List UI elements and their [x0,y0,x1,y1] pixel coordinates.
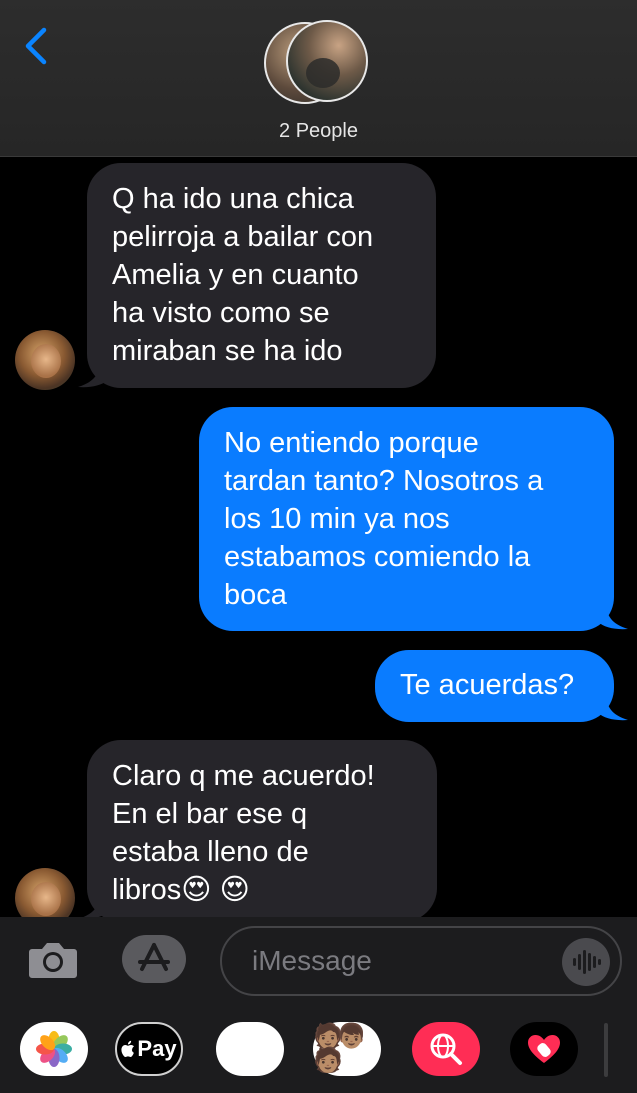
audio-waveform-icon[interactable] [562,938,610,986]
tray-divider [604,1023,608,1077]
memoji-faces-icon: 🧑🏽👦🏽🧑🏽 [313,1023,367,1074]
compose-bar [0,917,637,1005]
conversation-header: 2 People [0,0,637,157]
camera-icon[interactable] [28,937,78,981]
apple-logo-icon [121,1040,135,1057]
app-store-icon[interactable] [122,935,186,983]
back-chevron-icon[interactable] [18,24,58,68]
imessage-app-drawer: Pay 🐵 🧑🏽👦🏽🧑🏽 [0,1005,637,1093]
group-title[interactable]: 2 People [0,120,637,143]
outgoing-message-bubble[interactable]: Te acuerdas? [375,650,614,722]
memoji-stickers-app-icon[interactable]: 🧑🏽👦🏽🧑🏽 [313,1022,381,1076]
group-avatar[interactable] [264,20,374,108]
incoming-message-bubble[interactable]: Q ha ido una chica pelirroja a bailar co… [87,163,436,388]
contact-avatar-2 [286,20,368,102]
image-search-app-icon[interactable] [412,1022,480,1076]
apple-pay-label: Pay [137,1036,177,1061]
incoming-message-bubble[interactable]: Claro q me acuerdo! En el bar ese q esta… [87,740,437,922]
apple-pay-app-icon[interactable]: Pay [115,1022,183,1076]
message-input[interactable] [252,942,552,980]
animoji-app-icon[interactable]: 🐵 [216,1022,284,1076]
monkey-icon: 🐵 [229,1028,271,1069]
message-input-field[interactable] [220,926,622,996]
outgoing-message-bubble[interactable]: No entiendo porque tardan tanto? Nosotro… [199,407,614,631]
digital-touch-app-icon[interactable] [510,1022,578,1076]
sender-avatar[interactable] [15,330,75,390]
photos-app-icon[interactable] [20,1022,88,1076]
